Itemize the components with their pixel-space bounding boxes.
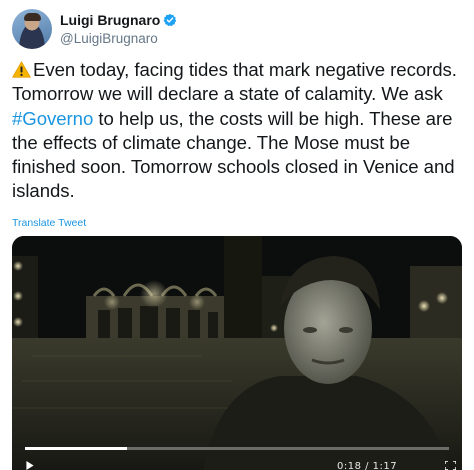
tweet-card: Luigi Brugnaro @LuigiBrugnaro Even today…: [0, 0, 474, 470]
tweet-text: Even today, facing tides that mark negat…: [12, 58, 470, 204]
tweet-header: Luigi Brugnaro @LuigiBrugnaro: [12, 9, 177, 49]
translate-tweet-link[interactable]: Translate Tweet: [12, 217, 86, 229]
video-frame: [12, 236, 462, 470]
name-row: Luigi Brugnaro: [60, 12, 177, 29]
play-icon[interactable]: [25, 461, 35, 470]
user-handle[interactable]: @LuigiBrugnaro: [60, 30, 177, 47]
fullscreen-icon[interactable]: [445, 461, 456, 470]
video-progress-fill: [25, 447, 127, 450]
video-progress-bar[interactable]: [25, 447, 449, 450]
video-time: 0:18 / 1:17: [337, 461, 398, 470]
avatar[interactable]: [12, 9, 52, 49]
tweet-text-part-1: Even today, facing tides that mark negat…: [12, 59, 457, 105]
warning-icon: [12, 61, 31, 78]
author-names: Luigi Brugnaro @LuigiBrugnaro: [60, 12, 177, 47]
video-player[interactable]: [12, 236, 462, 470]
hashtag-link[interactable]: #Governo: [12, 108, 93, 129]
display-name[interactable]: Luigi Brugnaro: [60, 12, 160, 29]
verified-badge-icon: [163, 13, 177, 27]
